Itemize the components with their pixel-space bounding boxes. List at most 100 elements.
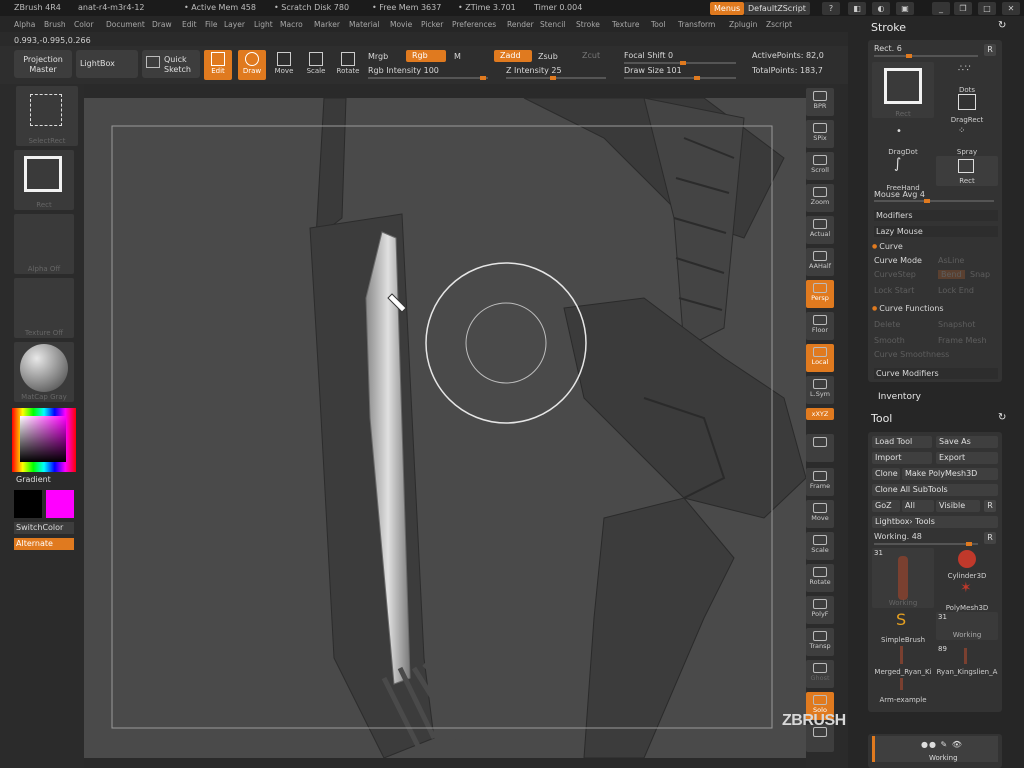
- clone-all-subtools-button[interactable]: Clone All SubTools: [872, 484, 998, 496]
- local-button[interactable]: Local: [806, 344, 834, 372]
- menu-stroke[interactable]: Stroke: [576, 20, 600, 29]
- primary-color-swatch[interactable]: [14, 490, 42, 518]
- tool-item-ryan-kingslien[interactable]: 89 Ryan_Kingslien_A: [936, 644, 998, 676]
- alpha-thumb[interactable]: Alpha Off: [14, 214, 74, 274]
- projection-master-button[interactable]: Projection Master: [14, 50, 72, 78]
- menu-zplugin[interactable]: Zplugin: [729, 20, 757, 29]
- frame-button[interactable]: Frame: [806, 468, 834, 496]
- zsub-toggle[interactable]: Zsub: [538, 52, 558, 61]
- menu-marker[interactable]: Marker: [314, 20, 340, 29]
- menu-transform[interactable]: Transform: [678, 20, 715, 29]
- menu-light[interactable]: Light: [254, 20, 273, 29]
- menu-alpha[interactable]: Alpha: [14, 20, 35, 29]
- curve-functions-section[interactable]: Curve Functions: [872, 304, 943, 313]
- maximize-icon[interactable]: □: [978, 2, 996, 15]
- menu-macro[interactable]: Macro: [280, 20, 303, 29]
- alternate-button[interactable]: Alternate: [14, 538, 74, 550]
- material-thumb[interactable]: MatCap Gray: [14, 342, 74, 402]
- tool-item-working-2[interactable]: 31 Working: [936, 612, 998, 640]
- frame-mesh-button[interactable]: Frame Mesh: [938, 336, 987, 345]
- z-intensity-slider[interactable]: [506, 76, 606, 80]
- minimize-icon[interactable]: _: [932, 2, 950, 15]
- layout-next-icon[interactable]: ▣: [896, 2, 914, 15]
- edit-button[interactable]: Edit: [204, 50, 232, 80]
- mrgb-toggle[interactable]: Mrgb: [368, 52, 388, 61]
- menu-tool[interactable]: Tool: [651, 20, 666, 29]
- bpr-button[interactable]: BPR: [806, 88, 834, 116]
- tool-item-merged-ryan[interactable]: Merged_Ryan_Ki: [872, 644, 934, 676]
- menu-draw[interactable]: Draw: [152, 20, 172, 29]
- ghost-button[interactable]: Ghost: [806, 660, 834, 688]
- lock-start-button[interactable]: Lock Start: [874, 286, 914, 295]
- menu-picker[interactable]: Picker: [421, 20, 443, 29]
- close-icon[interactable]: ✕: [1002, 2, 1020, 15]
- tool-palette-title[interactable]: Tool: [871, 412, 892, 425]
- menu-render[interactable]: Render: [507, 20, 534, 29]
- asline-button[interactable]: AsLine: [938, 256, 964, 265]
- rect-stroke-thumb[interactable]: Rect: [14, 150, 74, 210]
- select-rect-thumb[interactable]: SelectRect: [16, 86, 78, 146]
- draw-button[interactable]: Draw: [238, 50, 266, 80]
- stroke-r-button[interactable]: R: [984, 44, 996, 56]
- rgb-intensity-slider[interactable]: [368, 76, 488, 80]
- focal-shift-slider[interactable]: [624, 61, 736, 65]
- zadd-toggle[interactable]: Zadd: [494, 50, 532, 62]
- menu-texture[interactable]: Texture: [612, 20, 639, 29]
- subtool-row-working[interactable]: ●● ✎ 👁 Working: [872, 736, 998, 762]
- current-stroke-thumb[interactable]: Rect: [872, 62, 934, 118]
- actual-button[interactable]: Actual: [806, 216, 834, 244]
- curve-section[interactable]: Curve: [872, 242, 903, 251]
- export-button[interactable]: Export: [936, 452, 998, 464]
- tool-r-button[interactable]: R: [984, 532, 996, 544]
- icon-11-button[interactable]: [806, 434, 834, 462]
- stroke-freehand[interactable]: ∫ FreeHand: [872, 156, 934, 192]
- import-button[interactable]: Import: [872, 452, 932, 464]
- tool-item-working[interactable]: 31 Working: [872, 548, 934, 608]
- layout-icon[interactable]: ◧: [848, 2, 866, 15]
- smooth-button[interactable]: Smooth: [874, 336, 905, 345]
- stroke-dragrect[interactable]: DragRect: [936, 94, 998, 124]
- menu-layer[interactable]: Layer: [224, 20, 245, 29]
- quick-sketch-button[interactable]: Quick Sketch: [142, 50, 200, 78]
- goz-all-button[interactable]: All: [902, 500, 934, 512]
- stroke-reset-icon[interactable]: ↻: [998, 20, 1006, 31]
- curve-smoothness-slider[interactable]: Curve Smoothness: [874, 350, 949, 359]
- lightbox-button[interactable]: LightBox: [76, 50, 138, 78]
- menu-stencil[interactable]: Stencil: [540, 20, 565, 29]
- curvestep-slider[interactable]: CurveStep: [874, 270, 916, 279]
- tool-item-simplebrush[interactable]: S SimpleBrush: [872, 610, 934, 644]
- bend-button[interactable]: Bend: [938, 270, 965, 279]
- stroke-spray[interactable]: ⁘ Spray: [936, 126, 998, 156]
- color-square[interactable]: [20, 416, 66, 462]
- default-zscript-button[interactable]: DefaultZScript: [744, 2, 810, 15]
- tool-reset-icon[interactable]: ↻: [998, 412, 1006, 423]
- inventory-header[interactable]: Inventory: [878, 392, 921, 402]
- rgb-toggle[interactable]: Rgb: [406, 50, 446, 62]
- tool-item-cylinder3d[interactable]: Cylinder3D: [936, 548, 998, 580]
- load-tool-button[interactable]: Load Tool: [872, 436, 932, 448]
- help-icon[interactable]: ?: [822, 2, 840, 15]
- menu-material[interactable]: Material: [349, 20, 379, 29]
- tool-item-arm-example[interactable]: Arm-example: [872, 676, 934, 704]
- polyf-button[interactable]: PolyF: [806, 596, 834, 624]
- goz-button[interactable]: GoZ: [872, 500, 900, 512]
- lightbox-tools-button[interactable]: Lightbox› Tools: [872, 516, 998, 528]
- stroke-palette-title[interactable]: Stroke: [871, 21, 906, 34]
- document-canvas[interactable]: [84, 98, 806, 758]
- rotate-button[interactable]: Rotate: [334, 50, 362, 80]
- persp-button[interactable]: Persp: [806, 280, 834, 308]
- stroke-dragdot[interactable]: • DragDot: [872, 126, 934, 156]
- lock-end-button[interactable]: Lock End: [938, 286, 974, 295]
- menu-preferences[interactable]: Preferences: [452, 20, 496, 29]
- save-as-button[interactable]: Save As: [936, 436, 998, 448]
- curve-mode-button[interactable]: Curve Mode: [874, 256, 922, 265]
- zoom-button[interactable]: Zoom: [806, 184, 834, 212]
- menu-color[interactable]: Color: [74, 20, 94, 29]
- lazy-mouse-subpalette[interactable]: Lazy Mouse: [874, 226, 998, 237]
- xxyz-button[interactable]: xXYZ: [806, 408, 834, 420]
- gradient-label[interactable]: Gradient: [14, 474, 74, 486]
- draw-size-slider[interactable]: [624, 76, 736, 80]
- menus-button[interactable]: Menus: [710, 2, 745, 15]
- zcut-toggle[interactable]: Zcut: [578, 50, 604, 62]
- stroke-rect[interactable]: Rect: [936, 156, 998, 186]
